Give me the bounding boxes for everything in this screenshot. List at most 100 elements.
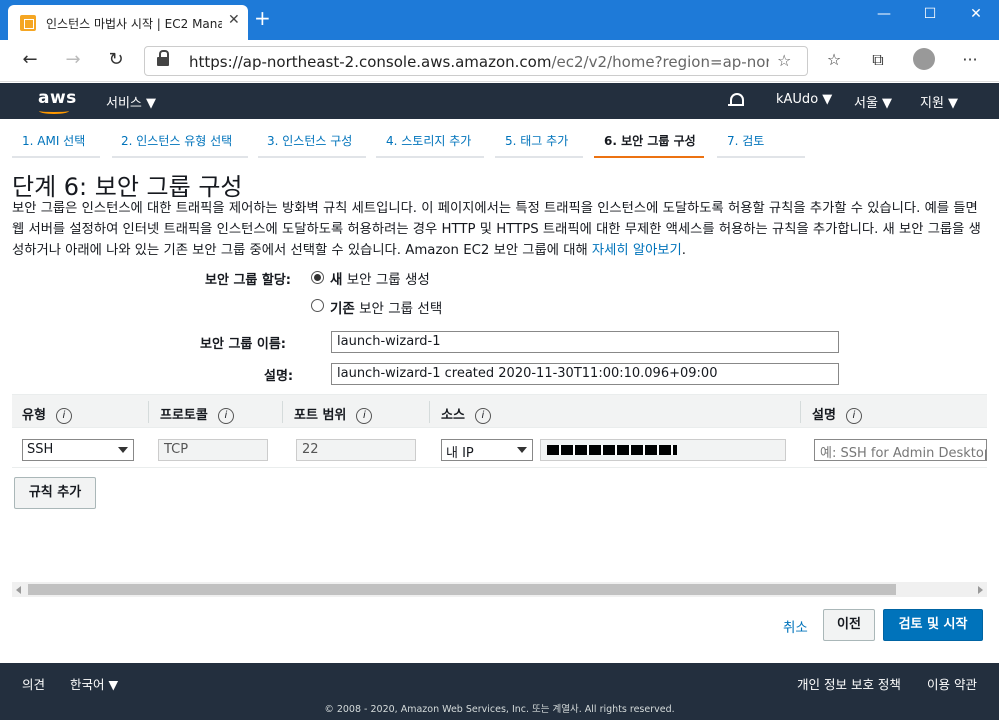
step-underline: [12, 156, 100, 158]
existing-group-radio[interactable]: [311, 299, 324, 312]
info-icon[interactable]: i: [356, 407, 373, 424]
step-configure-instance[interactable]: 3. 인스턴스 구성: [267, 132, 352, 149]
step-add-storage[interactable]: 4. 스토리지 추가: [386, 132, 471, 149]
forward-icon[interactable]: →: [61, 49, 85, 70]
learn-more-link[interactable]: 자세히 알아보기: [592, 243, 682, 258]
cancel-link[interactable]: 취소: [783, 616, 808, 636]
rule-row: SSH TCP 22 내 IP 예: SSH for Admin Desktop: [12, 432, 987, 468]
copyright-text: © 2008 - 2020, Amazon Web Services, Inc.…: [324, 704, 675, 715]
info-icon[interactable]: i: [845, 407, 862, 424]
rule-source-select[interactable]: 내 IP: [441, 439, 533, 461]
chevron-down-icon: [517, 447, 527, 453]
terms-link[interactable]: 이용 약관: [927, 674, 977, 693]
more-icon[interactable]: ···: [958, 50, 982, 69]
rule-source-ip-field[interactable]: [540, 439, 786, 461]
aws-logo[interactable]: aws: [38, 88, 77, 108]
description-text: 보안 그룹은 인스턴스에 대한 트래픽을 제어하는 방화벽 규칙 세트입니다. …: [12, 201, 981, 258]
url-text[interactable]: https://ap-northeast-2.console.aws.amazo…: [189, 53, 769, 71]
step-underline: [495, 156, 583, 158]
header-port-range: 포트 범위 i: [294, 404, 373, 424]
step-underline: [376, 156, 484, 158]
group-description-input[interactable]: launch-wizard-1 created 2020-11-30T11:00…: [331, 363, 839, 385]
rule-type-select[interactable]: SSH: [22, 439, 134, 461]
step-underline: [258, 156, 366, 158]
page-title: 단계 6: 보안 그룹 구성: [12, 173, 243, 201]
wizard-steps: 1. AMI 선택 2. 인스턴스 유형 선택 3. 인스턴스 구성 4. 스토…: [0, 120, 999, 160]
back-icon[interactable]: ←: [18, 49, 42, 70]
step-add-tags[interactable]: 5. 태그 추가: [505, 132, 568, 149]
column-divider: [429, 401, 430, 423]
header-port-label: 포트 범위: [294, 408, 347, 423]
new-tab-button[interactable]: +: [254, 8, 271, 28]
aws-logo-smile: [39, 108, 69, 114]
step-review[interactable]: 7. 검토: [727, 132, 764, 149]
info-icon[interactable]: i: [55, 407, 72, 424]
minimize-button[interactable]: —: [872, 6, 896, 22]
add-rule-button[interactable]: 규칙 추가: [14, 477, 96, 509]
redacted-ip: [547, 445, 677, 455]
existing-group-label[interactable]: 기존 보안 그룹 선택: [330, 297, 442, 317]
horizontal-scrollbar[interactable]: [12, 582, 987, 597]
info-icon[interactable]: i: [217, 407, 234, 424]
step-underline-active: [594, 156, 704, 158]
rules-table-header: 유형 i 프로토콜 i 포트 범위 i 소스 i 설명 i: [12, 394, 987, 428]
aws-favicon-icon: [20, 15, 36, 31]
new-group-radio[interactable]: [311, 271, 324, 284]
column-divider: [148, 401, 149, 423]
support-menu[interactable]: 지원 ▼: [920, 92, 958, 111]
browser-tab-bar: 인스턴스 마법사 시작 | EC2 Management Console ✕ +…: [0, 0, 999, 40]
favorites-icon[interactable]: ☆: [822, 50, 846, 69]
favorite-star-icon[interactable]: ☆: [777, 51, 791, 70]
account-menu[interactable]: kAUdo ▼: [776, 92, 832, 107]
lock-icon[interactable]: [157, 50, 169, 66]
rule-source-value: 내 IP: [446, 446, 474, 461]
url-bar[interactable]: https://ap-northeast-2.console.aws.amazo…: [144, 46, 808, 76]
scroll-right-icon[interactable]: [978, 586, 983, 594]
group-description-label: 설명:: [264, 369, 294, 384]
feedback-link[interactable]: 의견: [22, 674, 45, 693]
step-instance-type[interactable]: 2. 인스턴스 유형 선택: [121, 132, 232, 149]
privacy-link[interactable]: 개인 정보 보호 정책: [797, 674, 901, 693]
step-ami[interactable]: 1. AMI 선택: [22, 132, 85, 149]
region-menu[interactable]: 서울 ▼: [854, 92, 892, 111]
assign-label: 보안 그룹 할당:: [205, 273, 292, 288]
notifications-bell-icon[interactable]: [728, 93, 744, 109]
header-description-label: 설명: [812, 408, 836, 423]
header-protocol: 프로토콜 i: [160, 404, 234, 424]
refresh-icon[interactable]: ↻: [104, 49, 128, 70]
chevron-down-icon: [118, 447, 128, 453]
new-rest: 보안 그룹 생성: [342, 272, 430, 288]
scroll-left-icon[interactable]: [16, 586, 21, 594]
column-divider: [800, 401, 801, 423]
column-divider: [282, 401, 283, 423]
language-menu[interactable]: 한국어 ▼: [70, 674, 118, 693]
step-security-group[interactable]: 6. 보안 그룹 구성: [604, 132, 696, 149]
aws-top-nav: aws 서비스 ▼ kAUdo ▼ 서울 ▼ 지원 ▼: [0, 83, 999, 119]
new-group-label[interactable]: 새 보안 그룹 생성: [330, 268, 430, 288]
rule-port-field: 22: [296, 439, 416, 461]
header-protocol-label: 프로토콜: [160, 408, 208, 423]
header-type: 유형 i: [22, 404, 72, 424]
rule-protocol-field: TCP: [158, 439, 268, 461]
services-menu[interactable]: 서비스 ▼: [106, 92, 156, 111]
tab-close-icon[interactable]: ✕: [228, 12, 240, 28]
group-name-input[interactable]: launch-wizard-1: [331, 331, 839, 353]
page-description: 보안 그룹은 인스턴스에 대한 트래픽을 제어하는 방화벽 규칙 세트입니다. …: [12, 198, 992, 261]
aws-footer: 의견 한국어 ▼ 개인 정보 보호 정책 이용 약관 © 2008 - 2020…: [0, 663, 999, 720]
collections-icon[interactable]: ⧉: [866, 50, 890, 70]
header-type-label: 유형: [22, 408, 46, 423]
profile-avatar[interactable]: [913, 48, 935, 70]
existing-bold: 기존: [330, 301, 355, 317]
close-window-button[interactable]: ✕: [964, 6, 988, 22]
rule-description-input[interactable]: 예: SSH for Admin Desktop: [814, 439, 987, 461]
previous-button[interactable]: 이전: [823, 609, 875, 641]
step-underline: [717, 156, 805, 158]
address-toolbar: ← → ↻ https://ap-northeast-2.console.aws…: [0, 40, 999, 82]
review-and-launch-button[interactable]: 검토 및 시작: [883, 609, 983, 641]
scrollbar-thumb[interactable]: [28, 584, 896, 595]
maximize-button[interactable]: ☐: [918, 6, 942, 22]
browser-tab[interactable]: 인스턴스 마법사 시작 | EC2 Management Console ✕: [8, 5, 248, 40]
info-icon[interactable]: i: [474, 407, 491, 424]
existing-rest: 보안 그룹 선택: [354, 301, 443, 317]
tab-title: 인스턴스 마법사 시작 | EC2 Management Console: [46, 17, 222, 31]
